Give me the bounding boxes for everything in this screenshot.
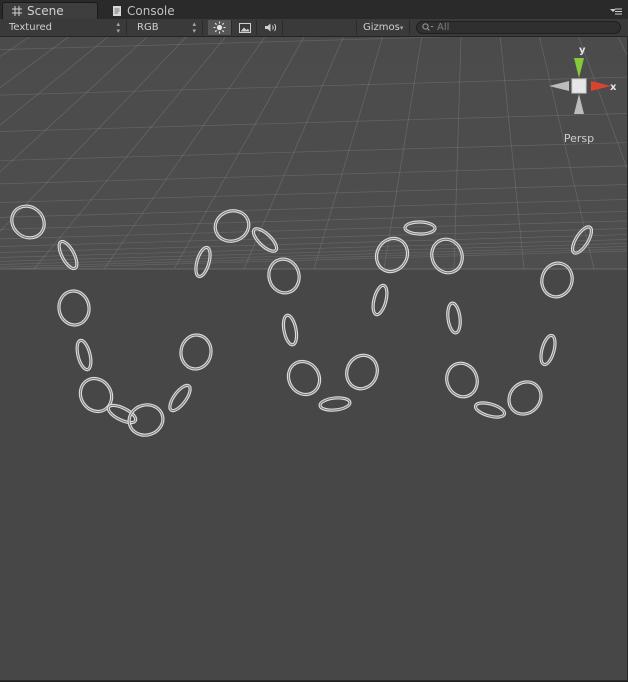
dropdown-arrows-icon: ▴ ▾ — [192, 19, 196, 35]
scene-toolbar: Textured ▴ ▾ RGB ▴ ▾ Gizmos ▾ — [0, 19, 628, 37]
sky-region — [0, 37, 627, 269]
search-input[interactable] — [437, 22, 607, 33]
draw-mode-value: Textured — [9, 22, 52, 33]
x-axis-cone[interactable] — [591, 81, 611, 91]
draw-mode-dropdown[interactable]: Textured ▴ ▾ — [3, 20, 127, 35]
sun-icon — [213, 21, 226, 34]
hierarchy-search[interactable] — [416, 21, 621, 34]
chain-link[interactable] — [178, 333, 213, 372]
gizmo-x-label: x — [610, 82, 616, 93]
tab-scene[interactable]: Scene — [2, 2, 98, 19]
dropdown-arrows-icon: ▴ ▾ — [116, 19, 120, 35]
search-icon — [422, 23, 434, 31]
render-mode-dropdown[interactable]: RGB ▴ ▾ — [131, 20, 203, 35]
chain-link[interactable] — [126, 401, 167, 439]
gizmos-label: Gizmos — [363, 22, 400, 33]
chain-link-shade — [128, 404, 164, 436]
chain-link-shade — [58, 290, 90, 326]
chain-link-shade — [508, 381, 542, 415]
neg-x-cone[interactable] — [549, 81, 569, 91]
chain-link[interactable] — [57, 289, 92, 327]
render-mode-value: RGB — [137, 22, 159, 33]
tab-console[interactable]: Console — [103, 2, 203, 19]
chain-link[interactable] — [442, 359, 482, 402]
scene-canvas — [0, 37, 627, 439]
chevron-down-icon: ▾ — [399, 23, 404, 32]
gizmos-dropdown[interactable]: Gizmos ▾ — [356, 20, 410, 35]
y-axis-cone[interactable] — [574, 58, 584, 78]
console-icon — [111, 5, 123, 17]
tab-console-label: Console — [127, 3, 175, 18]
scene-lighting-toggle[interactable] — [208, 20, 232, 35]
panel-menu-button[interactable] — [610, 6, 622, 15]
editor-tab-bar: Scene Console — [0, 0, 628, 19]
neg-y-cone[interactable] — [574, 94, 584, 114]
gizmo-center-cube[interactable] — [571, 78, 587, 94]
grid-icon — [11, 5, 23, 17]
orientation-gizmo[interactable]: y x — [546, 44, 617, 120]
image-icon — [238, 22, 251, 33]
chain-link-shade — [180, 334, 212, 370]
audio-icon — [264, 23, 276, 32]
chain-link-shade — [282, 314, 298, 346]
chain-link[interactable] — [341, 350, 382, 393]
tab-scene-label: Scene — [27, 4, 64, 18]
scene-audio-toggle[interactable] — [259, 20, 283, 35]
gizmo-y-label: y — [579, 45, 586, 56]
scene-viewport[interactable] — [0, 37, 628, 681]
scene-fx-toggle[interactable] — [233, 20, 257, 35]
projection-label[interactable]: Persp — [546, 132, 612, 145]
menu-icon — [610, 8, 622, 15]
